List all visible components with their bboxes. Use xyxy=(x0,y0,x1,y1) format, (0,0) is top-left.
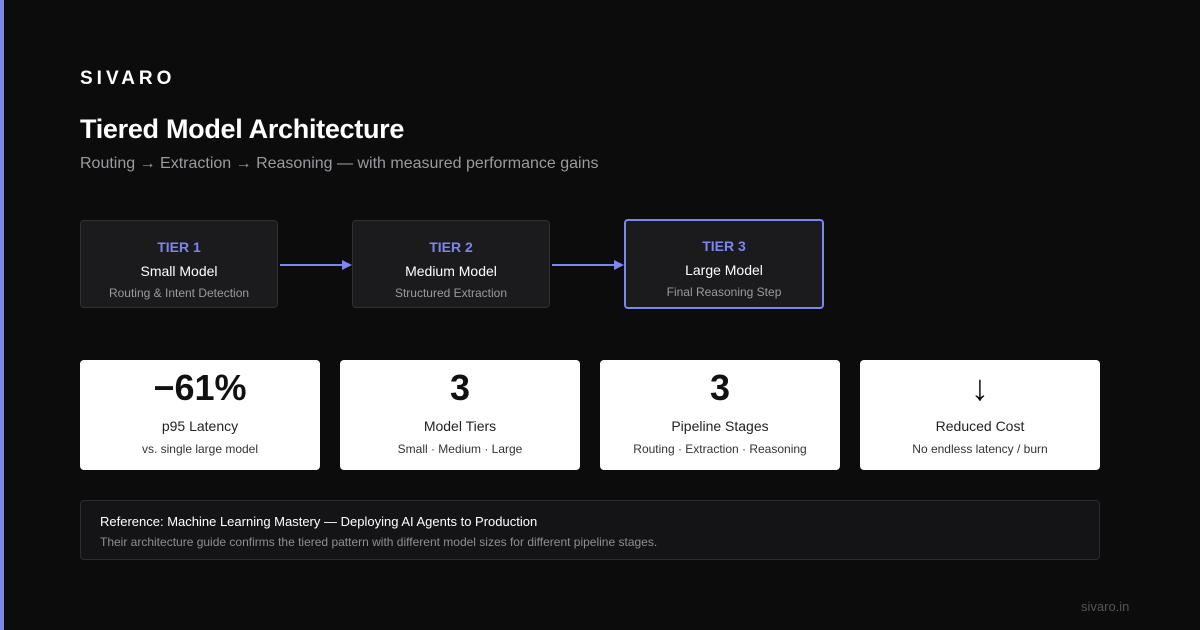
stat-pipeline-stages-sub: Routing · Extraction · Reasoning xyxy=(633,442,807,456)
reference-body: Their architecture guide confirms the ti… xyxy=(100,535,658,549)
left-accent-bar xyxy=(0,0,4,630)
reference-box: Reference: Machine Learning Mastery — De… xyxy=(80,500,1100,560)
stat-model-tiers-label: Model Tiers xyxy=(423,418,497,434)
stat-card-cost: ↓ Reduced Cost No endless latency / burn xyxy=(860,360,1100,470)
page-title: Tiered Model Architecture xyxy=(80,114,405,144)
page-subtitle: Routing → Extraction → Reasoning — with … xyxy=(80,155,599,172)
arrow-down-icon: ↓ xyxy=(971,367,989,408)
brand-logo: SIVARO xyxy=(80,68,176,89)
tier-1-label: TIER 1 xyxy=(157,239,201,255)
stat-pipeline-stages-label: Pipeline Stages xyxy=(671,418,769,434)
stat-cost-label: Reduced Cost xyxy=(935,418,1025,434)
stat-model-tiers-value: 3 xyxy=(449,367,471,408)
tier-1-desc: Routing & Intent Detection xyxy=(108,286,250,300)
stat-latency-sub: vs. single large model xyxy=(141,442,259,456)
stat-card-pipeline-stages: 3 Pipeline Stages Routing · Extraction ·… xyxy=(600,360,840,470)
arrow-tier1-to-tier2 xyxy=(280,258,352,272)
tier-1-name: Small Model xyxy=(140,263,218,279)
stat-latency-label: p95 Latency xyxy=(161,418,239,434)
reference-title: Reference: Machine Learning Mastery — De… xyxy=(100,514,538,529)
tier-2-label: TIER 2 xyxy=(429,239,473,255)
stat-card-model-tiers: 3 Model Tiers Small · Medium · Large xyxy=(340,360,580,470)
stat-cost-sub: No endless latency / burn xyxy=(912,442,1048,456)
arrow-tier2-to-tier3 xyxy=(552,258,624,272)
stat-card-latency: −61% p95 Latency vs. single large model xyxy=(80,360,320,470)
tier-2-name: Medium Model xyxy=(405,263,497,279)
tier-2-box: TIER 2 Medium Model Structured Extractio… xyxy=(352,220,550,308)
tier-2-desc: Structured Extraction xyxy=(394,286,508,300)
tier-3-desc: Final Reasoning Step xyxy=(666,285,782,299)
tier-3-label: TIER 3 xyxy=(702,238,746,254)
tier-3-box: TIER 3 Large Model Final Reasoning Step xyxy=(624,219,824,309)
footer-url: sivaro.in xyxy=(1081,599,1130,614)
stat-pipeline-stages-value: 3 xyxy=(709,367,731,408)
tier-3-name: Large Model xyxy=(685,262,763,278)
stat-model-tiers-sub: Small · Medium · Large xyxy=(397,442,523,456)
stat-latency-value: −61% xyxy=(153,367,247,408)
tier-1-box: TIER 1 Small Model Routing & Intent Dete… xyxy=(80,220,278,308)
